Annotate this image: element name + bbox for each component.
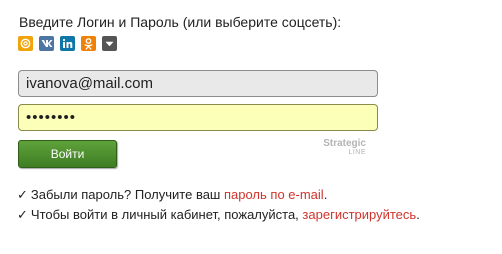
linkedin-icon (62, 38, 73, 49)
odnoklassniki-icon (84, 37, 93, 50)
more-social-button[interactable] (102, 36, 117, 51)
checkmark-icon: ✓ (17, 207, 28, 222)
register-link[interactable]: зарегистрируйтесь (302, 207, 416, 222)
vk-button[interactable] (39, 36, 54, 51)
login-button[interactable]: Войти (18, 140, 117, 168)
register-text: Чтобы войти в личный кабинет, пожалуйста… (30, 207, 299, 222)
mail-ru-icon (20, 38, 31, 49)
brand-name: Strategic (323, 138, 366, 149)
chevron-down-icon (105, 41, 114, 47)
brand-subname: LINE (348, 149, 366, 156)
strategic-line-logo: Strategic LINE (323, 138, 366, 157)
linkedin-button[interactable] (60, 36, 75, 51)
social-login-row (18, 36, 117, 51)
password-field[interactable] (18, 104, 378, 131)
login-prompt: Введите Логин и Пароль (или выберите соц… (19, 14, 342, 30)
register-hint: ✓ Чтобы войти в личный кабинет, пожалуйст… (17, 207, 420, 223)
forgot-password-period: . (323, 187, 328, 202)
forgot-password-hint: ✓ Забыли пароль? Получите ваш пароль по e… (17, 187, 327, 203)
register-period: . (416, 207, 420, 222)
odnoklassniki-button[interactable] (81, 36, 96, 51)
vk-icon (41, 39, 53, 48)
mail-ru-button[interactable] (18, 36, 33, 51)
checkmark-icon: ✓ (17, 187, 28, 202)
forgot-password-link[interactable]: пароль по e-mail (224, 187, 324, 202)
forgot-password-text: Забыли пароль? Получите ваш (30, 187, 221, 202)
email-field[interactable] (18, 70, 378, 97)
